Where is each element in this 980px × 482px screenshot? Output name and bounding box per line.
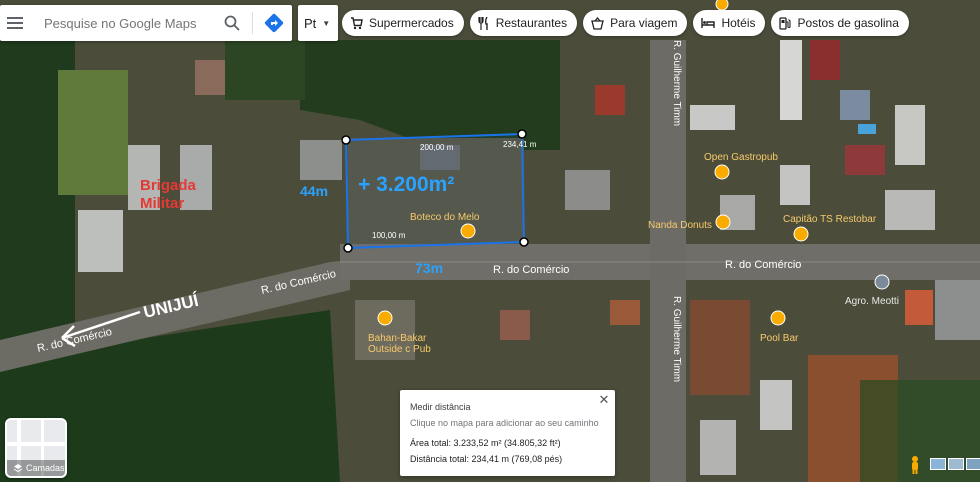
chip-restaurantes[interactable]: Restaurantes: [469, 10, 578, 36]
chip-label: Hotéis: [721, 16, 756, 30]
measure-title: Medir distância: [410, 402, 471, 412]
chip-label: Postos de gasolina: [797, 16, 899, 30]
building-bottom-1: [760, 380, 792, 430]
layers-label-row: Camadas: [7, 463, 65, 473]
category-chips: Supermercados Restaurantes Para viagem H…: [342, 10, 909, 36]
building-right-3: [690, 105, 735, 130]
place-label: Bahan-Bakar: [368, 333, 427, 344]
chip-postos-de-gasolina[interactable]: Postos de gasolina: [771, 10, 909, 36]
building-bottom-2: [700, 420, 736, 475]
language-selector[interactable]: Pt ▼: [298, 5, 338, 41]
divider: [252, 12, 253, 34]
building-right-6: [895, 105, 925, 165]
annotation-side-bottom: 73m: [415, 260, 443, 276]
hamburger-icon: [7, 17, 23, 29]
chip-para-viagem[interactable]: Para viagem: [583, 10, 688, 36]
dirt-lot-2: [690, 300, 750, 395]
chip-label: Para viagem: [610, 16, 678, 30]
forest-strip: [225, 40, 305, 100]
chip-supermercados[interactable]: Supermercados: [342, 10, 464, 36]
search-input[interactable]: [42, 14, 218, 32]
measure-label-bottom: 100,00 m: [372, 231, 406, 240]
building-right-11: [810, 40, 840, 80]
measure-vertex: [343, 243, 353, 253]
place-label: Agro. Meotti: [845, 296, 899, 307]
close-icon[interactable]: ✕: [597, 392, 611, 408]
building-bottom-6: [500, 310, 530, 340]
building-bottom-7: [610, 300, 640, 325]
place-label: Nanda Donuts: [648, 220, 712, 231]
layers-icon: [13, 464, 23, 473]
building-right-10: [885, 190, 935, 230]
annotation-area: + 3.200m²: [358, 173, 454, 196]
building-right-8: [780, 165, 810, 205]
building-left: [78, 210, 123, 272]
street-label: R. do Comércio: [725, 259, 801, 271]
measure-distance: Distância total: 234,41 m (769,08 pés): [410, 454, 563, 464]
annotation-side-left: 44m: [300, 183, 328, 199]
measure-vertex: [341, 135, 351, 145]
building-right-2: [595, 85, 625, 115]
measure-distance-panel: ✕ Medir distância Clique no mapa para ad…: [400, 390, 615, 476]
place-label: Pool Bar: [760, 333, 799, 344]
measure-label-top-right: 234,41 m: [503, 140, 537, 149]
place-label: Boteco do Melo: [410, 212, 480, 223]
fork-knife-icon: [478, 16, 488, 30]
language-label: Pt: [304, 15, 317, 31]
chevron-down-icon: ▼: [322, 18, 331, 28]
measure-vertex: [519, 237, 529, 247]
building-bottom-4: [905, 290, 933, 325]
street-label: R. Guilherme Timm: [671, 296, 682, 382]
building-right-5: [840, 90, 870, 120]
place-label: Open Gastropub: [704, 152, 778, 163]
imagery-thumb[interactable]: [966, 458, 980, 470]
search-button[interactable]: [218, 5, 246, 41]
imagery-thumb[interactable]: [930, 458, 946, 470]
building-roof-1: [195, 60, 225, 95]
measure-vertex: [517, 129, 527, 139]
directions-button[interactable]: [259, 5, 289, 41]
annotation-militar: Militar: [140, 195, 184, 212]
measure-area: Área total: 3.233,52 m² (34.805,32 ft²): [410, 438, 561, 448]
field-green: [58, 70, 128, 195]
place-label: Capitão TS Restobar: [783, 214, 877, 225]
imagery-thumbnails: [930, 458, 980, 470]
gas-pump-icon: [779, 16, 792, 30]
takeout-icon: [591, 16, 604, 30]
building-bottom-3: [935, 280, 980, 340]
bed-icon: [701, 18, 716, 28]
menu-button[interactable]: [0, 5, 30, 41]
building-right-7: [845, 145, 885, 175]
building-parcel-2: [300, 140, 342, 180]
building-right-4: [780, 40, 802, 120]
imagery-thumb[interactable]: [948, 458, 964, 470]
annotation-brigada: Brigada: [140, 177, 197, 194]
directions-icon: [264, 13, 284, 33]
search-box: [0, 5, 292, 41]
measure-label-top: 200,00 m: [420, 143, 454, 152]
measure-hint: Clique no mapa para adicionar ao seu cam…: [410, 418, 599, 428]
cart-icon: [351, 16, 363, 29]
place-label: Outside c Pub: [368, 344, 431, 355]
layers-label: Camadas: [26, 463, 65, 473]
street-label: R. do Comércio: [493, 264, 569, 276]
layers-button[interactable]: Camadas: [5, 418, 67, 478]
street-label: R. Guilherme Timm: [671, 40, 682, 126]
pool: [858, 124, 876, 134]
chip-label: Restaurantes: [495, 16, 568, 30]
chip-hoteis[interactable]: Hotéis: [693, 10, 766, 36]
pegman-icon[interactable]: [905, 455, 925, 475]
building-right-1: [565, 170, 610, 210]
search-icon: [224, 15, 240, 31]
chip-label: Supermercados: [369, 16, 454, 30]
place-pin-top[interactable]: [715, 0, 729, 11]
